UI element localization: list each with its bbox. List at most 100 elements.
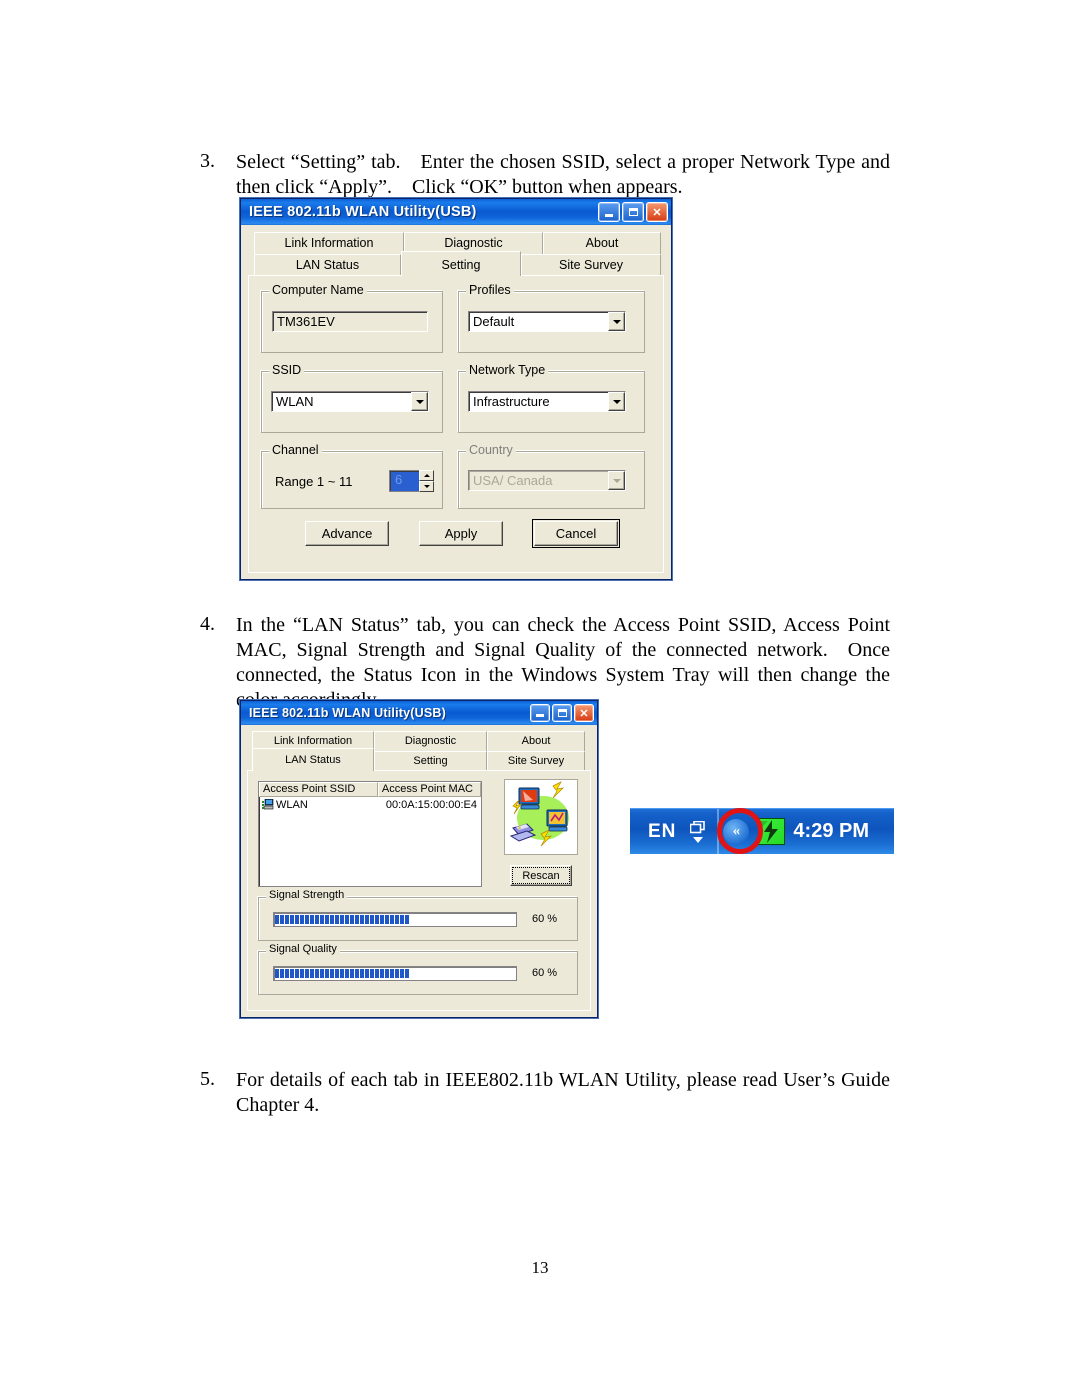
lan-status-tabstrip[interactable]: Link Information Diagnostic About LAN St… [247, 731, 591, 771]
tab-label: About [585, 236, 619, 250]
rescan-button[interactable]: Rescan [510, 865, 572, 886]
progress-segment [395, 915, 399, 924]
progress-segment [285, 915, 289, 924]
signal-quality-label: Signal Quality [266, 943, 340, 955]
tab-label: Link Information [284, 236, 374, 250]
country-dropdown-button [608, 471, 625, 490]
channel-value[interactable]: 6 [389, 470, 419, 492]
setting-tabrow-2[interactable]: LAN Status Setting Site Survey [248, 251, 664, 276]
progress-segment [370, 915, 374, 924]
tab-label: About [521, 735, 551, 747]
profiles-dropdown-button[interactable] [608, 312, 625, 331]
tab-label: Site Survey [507, 755, 565, 767]
signal-strength-bar [273, 912, 517, 927]
channel-spin-buttons[interactable] [419, 470, 434, 492]
tab-setting[interactable]: Setting [374, 751, 487, 771]
tab-site-survey[interactable]: Site Survey [521, 254, 661, 276]
tray-clock[interactable]: 4:29 PM [793, 820, 869, 843]
setting-dialog-titlebar[interactable]: IEEE 802.11b WLAN Utility(USB) ✕ [241, 199, 671, 225]
access-point-icon [262, 799, 274, 810]
progress-segment [320, 915, 324, 924]
signal-quality-group: Signal Quality 60 % [258, 943, 578, 995]
profiles-group: Profiles Default [458, 283, 645, 353]
channel-stepper[interactable]: 6 [389, 470, 434, 492]
country-label: Country [466, 443, 516, 457]
progress-segment [330, 969, 334, 978]
progress-segment [370, 969, 374, 978]
signal-quality-value: 60 % [532, 967, 558, 979]
tray-expand-button[interactable]: « [723, 818, 750, 845]
chevron-down-icon [423, 485, 430, 488]
progress-segment [375, 915, 379, 924]
minimize-button[interactable] [598, 202, 620, 222]
maximize-button[interactable] [622, 202, 644, 222]
ssid-dropdown-button[interactable] [411, 392, 428, 411]
setting-dialog-window[interactable]: IEEE 802.11b WLAN Utility(USB) ✕ Link In… [240, 198, 672, 580]
tab-link-information[interactable]: Link Information [254, 232, 404, 254]
lan-status-dialog-titlebar[interactable]: IEEE 802.11b WLAN Utility(USB) ✕ [241, 701, 597, 725]
step-5: 5. For details of each tab in IEEE802.11… [190, 1068, 890, 1118]
signal-strength-label: Signal Strength [266, 889, 348, 901]
column-access-point-ssid[interactable]: Access Point SSID [259, 782, 378, 797]
restore-icon [690, 820, 706, 833]
profiles-value: Default [473, 314, 515, 329]
network-illustration: $ [504, 779, 578, 855]
lan-status-window-controls[interactable]: ✕ [530, 704, 594, 722]
progress-segment [390, 915, 394, 924]
tab-about[interactable]: About [543, 232, 661, 254]
tab-site-survey[interactable]: Site Survey [487, 751, 585, 771]
close-button[interactable]: ✕ [646, 202, 668, 222]
minimize-button[interactable] [530, 704, 550, 722]
progress-segment [305, 915, 309, 924]
table-row[interactable]: WLAN 00:0A:15:00:00:E4 [259, 797, 481, 812]
access-point-list-header: Access Point SSID Access Point MAC [259, 782, 481, 797]
tab-about[interactable]: About [487, 731, 585, 751]
computer-name-label: Computer Name [269, 283, 367, 297]
step-3-number: 3. [200, 150, 215, 172]
progress-segment [305, 969, 309, 978]
maximize-icon [628, 208, 638, 216]
lightning-bolt-icon [760, 820, 778, 843]
maximize-button[interactable] [552, 704, 572, 722]
setting-window-controls[interactable]: ✕ [598, 202, 668, 222]
minimize-icon [536, 714, 544, 717]
cancel-button[interactable]: Cancel [532, 519, 620, 548]
access-point-list[interactable]: Access Point SSID Access Point MAC WLAN … [258, 781, 482, 887]
computer-name-field[interactable]: TM361EV [272, 311, 428, 332]
progress-segment [290, 915, 294, 924]
ssid-combo[interactable]: WLAN [271, 391, 429, 412]
column-access-point-mac[interactable]: Access Point MAC [377, 782, 481, 797]
computer-name-group: Computer Name TM361EV [261, 283, 443, 353]
tab-setting[interactable]: Setting [401, 251, 521, 276]
close-button[interactable]: ✕ [574, 704, 594, 722]
setting-tabstrip[interactable]: Link Information Diagnostic About LAN St… [248, 232, 664, 276]
lan-status-tabrow-2[interactable]: LAN Status Setting Site Survey [247, 748, 591, 771]
progress-segment [380, 915, 384, 924]
tab-label: Link Information [273, 735, 353, 747]
progress-segment [385, 969, 389, 978]
profiles-combo[interactable]: Default [468, 311, 626, 332]
profiles-label: Profiles [466, 283, 514, 297]
system-tray[interactable]: EN « 4:29 PM [630, 808, 894, 854]
wlan-status-tray-icon[interactable] [756, 817, 786, 847]
tab-lan-status[interactable]: LAN Status [252, 748, 374, 771]
tab-label: Site Survey [559, 258, 623, 272]
network-type-combo[interactable]: Infrastructure [468, 391, 626, 412]
close-icon: ✕ [579, 707, 589, 720]
tab-lan-status[interactable]: LAN Status [254, 254, 401, 276]
advance-button[interactable]: Advance [305, 521, 389, 546]
channel-increment-button[interactable] [419, 470, 434, 481]
progress-segment [390, 969, 394, 978]
signal-quality-segments [275, 969, 409, 978]
network-type-dropdown-button[interactable] [608, 392, 625, 411]
apply-button[interactable]: Apply [419, 521, 503, 546]
progress-segment [295, 969, 299, 978]
language-indicator[interactable]: EN [648, 821, 676, 843]
lan-status-dialog-window[interactable]: IEEE 802.11b WLAN Utility(USB) ✕ Link In… [240, 700, 598, 1018]
progress-segment [300, 969, 304, 978]
tab-diagnostic[interactable]: Diagnostic [374, 731, 487, 751]
progress-segment [355, 915, 359, 924]
windows-restore-glyph[interactable] [690, 820, 706, 843]
cell-ssid: WLAN [259, 799, 378, 811]
channel-decrement-button[interactable] [419, 481, 434, 492]
